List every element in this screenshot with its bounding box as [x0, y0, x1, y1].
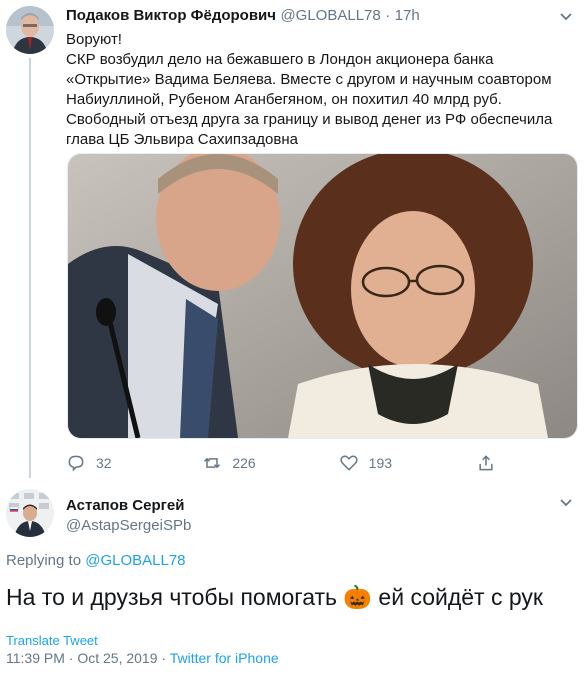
- replying-to-link[interactable]: @GLOBALL78: [85, 552, 185, 569]
- author-name[interactable]: Подаков Виктор Фёдорович: [66, 7, 276, 24]
- reply-icon: [68, 455, 84, 472]
- author-info: Астапов Сергей @AstapSergeiSPb: [66, 497, 191, 534]
- author-name[interactable]: Астапов Сергей: [66, 497, 191, 514]
- more-options-icon[interactable]: [556, 492, 576, 517]
- translate-tweet-link[interactable]: Translate Tweet: [6, 633, 98, 648]
- replying-to-label: Replying to: [6, 552, 82, 569]
- author-handle[interactable]: @AstapSergeiSPb: [66, 517, 191, 534]
- author-avatar[interactable]: [6, 489, 54, 537]
- tweet-source-link[interactable]: Twitter for iPhone: [170, 650, 279, 666]
- replying-to: Replying to @GLOBALL78: [6, 552, 186, 569]
- tweet-text-part-2: ей сойдёт с рук: [378, 584, 543, 610]
- meta-separator: ·: [161, 650, 167, 666]
- tweet-timestamp[interactable]: 11:39 PM · Oct 25, 2019: [6, 650, 158, 666]
- thread-connector-line: [29, 58, 31, 478]
- retweet-icon: [204, 457, 221, 469]
- photo-image: [68, 154, 577, 438]
- tweet-text: На то и друзья чтобы помогать 🎃 ей сойдё…: [6, 582, 543, 612]
- like-button[interactable]: 193: [339, 453, 476, 473]
- tweet-text-part-1: На то и друзья чтобы помогать: [6, 584, 337, 610]
- like-count: 193: [368, 455, 393, 471]
- avatar-portrait-image: [6, 489, 54, 537]
- pumpkin-emoji: 🎃: [343, 584, 373, 610]
- heart-icon: [339, 455, 358, 471]
- tweet-actions: 32 226 193: [66, 450, 506, 476]
- more-options-icon[interactable]: [556, 6, 576, 31]
- author-avatar[interactable]: [6, 6, 54, 54]
- tweet-text: Воруют! СКР возбудил дело на бежавшего в…: [66, 31, 553, 148]
- author-handle[interactable]: @GLOBALL78: [280, 7, 380, 24]
- tweet-photo[interactable]: [67, 153, 578, 439]
- time-separator: ·: [385, 7, 391, 24]
- retweet-button[interactable]: 226: [202, 453, 338, 473]
- reply-button[interactable]: 32: [66, 453, 202, 473]
- reply-count: 32: [96, 455, 112, 471]
- share-icon: [479, 455, 493, 471]
- tweet-header: Подаков Виктор Фёдорович @GLOBALL78 · 17…: [66, 7, 420, 25]
- tweet-time[interactable]: 17h: [395, 7, 420, 24]
- avatar-portrait-image: [6, 6, 54, 54]
- retweet-count: 226: [232, 455, 256, 471]
- share-button[interactable]: [476, 453, 506, 473]
- tweet-meta: 11:39 PM · Oct 25, 2019 · Twitter for iP…: [6, 650, 279, 666]
